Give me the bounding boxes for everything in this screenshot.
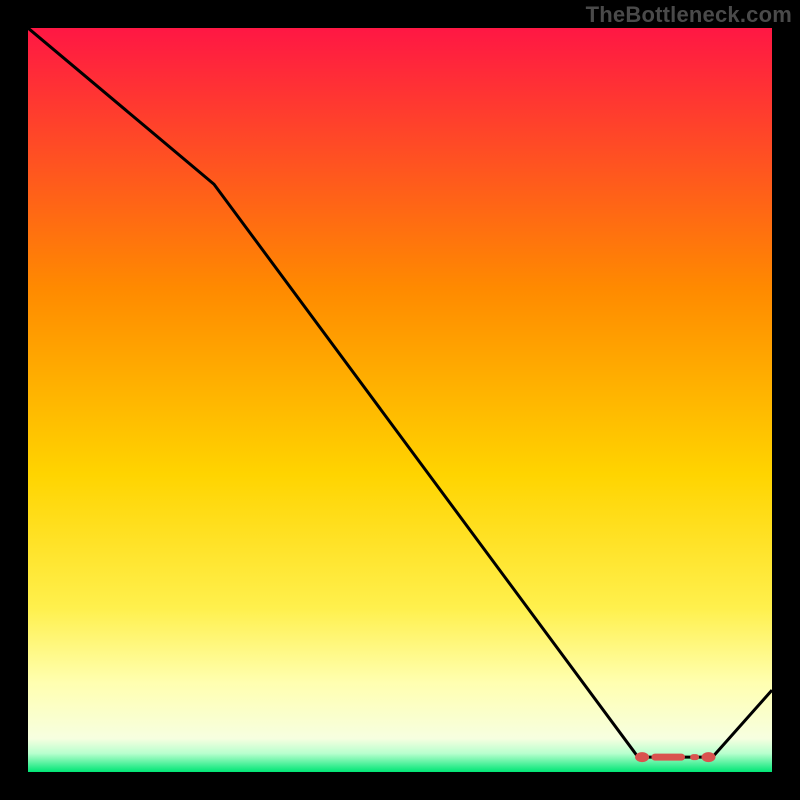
chart-svg (28, 28, 772, 772)
chart-container: TheBottleneck.com (0, 0, 800, 800)
marker-dot (635, 752, 649, 762)
watermark-text: TheBottleneck.com (586, 2, 792, 28)
marker-dot (701, 752, 715, 762)
marker-dash-small (690, 754, 699, 760)
marker-dash (651, 754, 684, 761)
gradient-background (28, 28, 772, 772)
plot-area (28, 28, 772, 772)
